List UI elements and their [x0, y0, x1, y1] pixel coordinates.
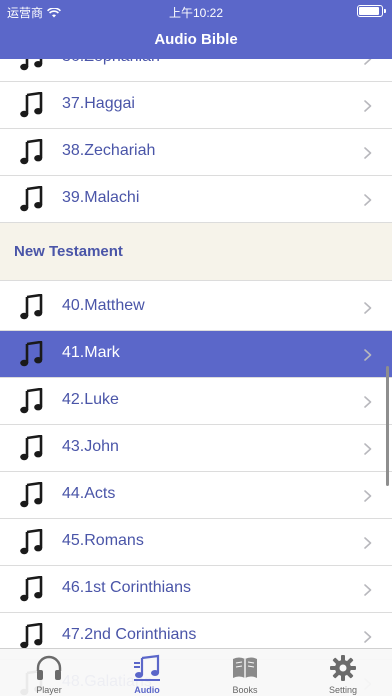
chevron-right-icon: [364, 630, 372, 643]
list-item[interactable]: 38.Zechariah: [0, 129, 392, 176]
chevron-right-icon: [364, 583, 372, 596]
chevron-right-icon: [364, 395, 372, 408]
list-item-label: 40.Matthew: [62, 297, 145, 314]
chevron-right-icon: [364, 99, 372, 112]
list-item-label: 43.John: [62, 438, 119, 455]
page-title: Audio Bible: [154, 31, 238, 48]
list-item[interactable]: 39.Malachi: [0, 176, 392, 223]
music-note-icon: [20, 185, 44, 212]
chevron-right-icon: [364, 536, 372, 549]
chevron-right-icon: [364, 301, 372, 314]
scroll-indicator[interactable]: [386, 366, 389, 486]
list-item[interactable]: 41.Mark: [0, 331, 392, 378]
list-item-label: 44.Acts: [62, 485, 116, 502]
chevron-right-icon: [364, 146, 372, 159]
list-item[interactable]: 37.Haggai: [0, 82, 392, 129]
status-time: 上午10:22: [168, 6, 224, 20]
music-note-icon: [20, 481, 44, 508]
music-note-icon: [20, 138, 44, 165]
list-item[interactable]: 42.Luke: [0, 378, 392, 425]
list-item-label: 37.Haggai: [62, 95, 135, 112]
music-note-icon: [20, 293, 44, 320]
music-note-icon: [20, 434, 44, 461]
music-note-icon: [20, 340, 44, 367]
tab-player[interactable]: Player: [0, 649, 98, 696]
tab-label: Setting: [328, 685, 358, 695]
list-item-label: 47.2nd Corinthians: [62, 626, 197, 643]
chevron-right-icon: [364, 442, 372, 455]
tab-label: Audio: [134, 685, 160, 695]
battery-icon: [357, 5, 386, 17]
section-title: New Testament: [14, 243, 123, 260]
tab-audio[interactable]: Audio: [98, 649, 196, 696]
list-item-label: 38.Zechariah: [62, 142, 156, 159]
chevron-right-icon: [364, 193, 372, 206]
tab-label: Player: [36, 685, 62, 695]
tab-setting[interactable]: Setting: [294, 649, 392, 696]
music-note-icon: [20, 91, 44, 118]
list-item[interactable]: 46.1st Corinthians: [0, 566, 392, 613]
music-note-icon: [20, 575, 44, 602]
list-item[interactable]: 44.Acts: [0, 472, 392, 519]
list-item[interactable]: 45.Romans: [0, 519, 392, 566]
list-item-label: 46.1st Corinthians: [62, 579, 191, 596]
chevron-right-icon: [364, 489, 372, 502]
tab-label: Books: [232, 685, 258, 695]
list-item[interactable]: 43.John: [0, 425, 392, 472]
status-bar: 运营商 上午10:22: [0, 0, 392, 22]
list-item-label: 39.Malachi: [62, 189, 140, 206]
tab-bar: Player Audio Books Setting: [0, 648, 392, 696]
list-item-label: 45.Romans: [62, 532, 144, 549]
section-header: New Testament: [0, 223, 392, 281]
tab-books[interactable]: Books: [196, 649, 294, 696]
chevron-right-icon: [364, 348, 372, 361]
header: 运营商 上午10:22 Audio Bible: [0, 0, 392, 59]
list-item-label: 42.Luke: [62, 391, 119, 408]
music-note-icon: [20, 528, 44, 555]
list-item-label: 41.Mark: [62, 344, 120, 361]
music-note-icon: [20, 387, 44, 414]
music-note-icon: [20, 622, 44, 649]
list-item[interactable]: 40.Matthew: [0, 284, 392, 331]
